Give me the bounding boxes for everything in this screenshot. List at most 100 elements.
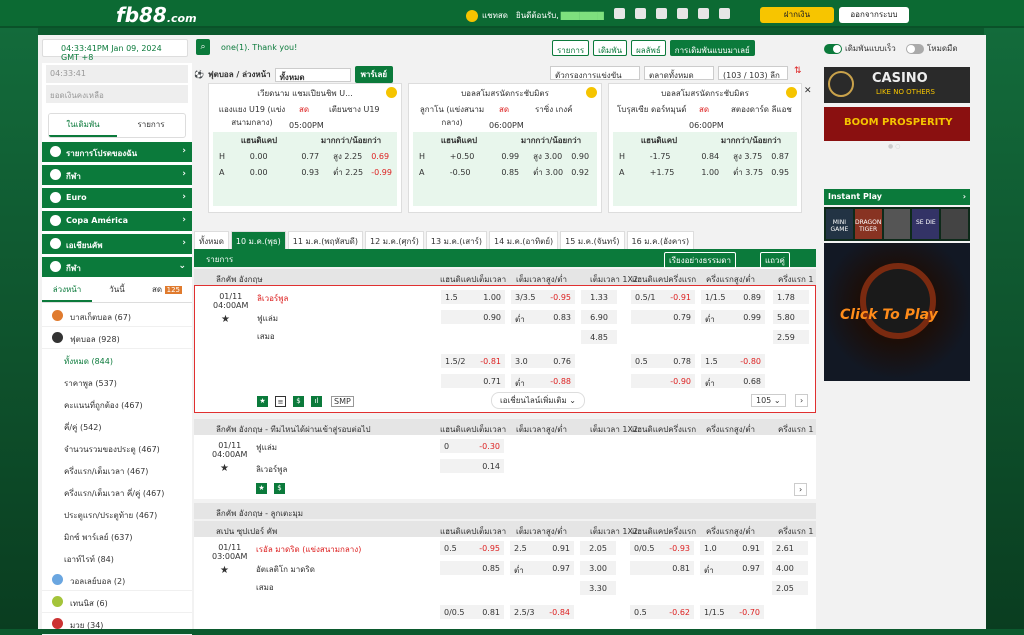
favorite-icon[interactable]: ★ [257,396,268,407]
odds-cell[interactable]: ต่ำ 0.97 [700,561,764,575]
menu-icon[interactable] [719,8,730,19]
stats-icon[interactable]: ≡ [275,396,286,407]
filter-select[interactable]: ทั้งหมด [274,67,351,82]
more-lines-button[interactable]: เอเชี่ยนไลน์เพิ่มเติม ⌄ [491,392,585,409]
odds-cell[interactable]: 2.59 [773,330,809,344]
odds-cell[interactable]: 6.90 [581,310,617,324]
market-select[interactable]: ตลาดทั้งหมด [644,66,714,80]
tab-statement[interactable]: รายการ [117,114,185,137]
odds-cell[interactable]: 1/1.5 0.89 [701,290,765,304]
odds-cell[interactable]: 3.30 [580,581,616,595]
odds-cell[interactable]: 1.5/2 -0.81 [441,354,505,368]
odds-cell[interactable]: 2.05 [580,541,616,555]
live-chat-link[interactable]: แชทสด [466,9,508,22]
sport-basketball[interactable]: บาสเก็ตบอล (67) [42,305,192,327]
game-tile[interactable]: DRAGON TIGER [854,209,882,239]
logo[interactable]: fb88.com [116,3,197,27]
football-sub-item[interactable]: ครึ่งแรก/เต็มเวลา (467) [42,459,192,481]
game-tile[interactable]: SE DIE [912,209,940,239]
search-button[interactable]: ⌕ [196,39,210,55]
football-sub-item[interactable]: คี่/คู่ (542) [42,415,192,437]
more-markets-count[interactable]: 105 ⌄ [751,394,786,407]
odds-value[interactable]: 0.77 [301,152,327,161]
odds-cell[interactable]: 0.79 [631,310,695,324]
league-header[interactable]: ลีกคัพ อังกฤษ - ลูกเตะมุม [194,503,816,519]
parlay-button[interactable]: พาร์เลย์ [354,66,394,83]
dollar-icon[interactable]: $ [293,396,304,407]
odds-cell[interactable]: ต่ำ 0.99 [701,310,765,324]
favorite-star-icon[interactable]: ★ [220,463,229,474]
league-header[interactable]: สเปน ซุปเปอร์ คัพ แฮนดิแคปเต็มเวลา เต็มเ… [194,521,816,537]
odds-cell[interactable]: 3.00 [580,561,616,575]
odds-value[interactable]: 0.99 [501,152,527,161]
tab-open-bets[interactable]: ในเดิมพัน [49,114,117,137]
wallet-icon[interactable] [614,8,625,19]
tab-early[interactable]: ล่วงหน้า [42,279,92,302]
smp-button[interactable]: SMP [331,396,354,407]
odds-cell[interactable]: 2.5 0.91 [510,541,574,555]
prosperity-banner[interactable]: BOOM PROSPERITY [824,107,970,141]
league-header[interactable]: ลีกคัพ อังกฤษ แฮนดิแคปเต็มเวลา เต็มเวลาส… [194,269,816,285]
featured-card[interactable]: เวียดนาม แชมเปียนชิพ U... แองแยง U19 (แข… [208,83,402,213]
sport-volleyball[interactable]: วอลเลย์บอล (2) [42,569,192,591]
game-tile[interactable] [941,209,968,239]
click-to-play-button[interactable]: Click To Play [840,307,938,323]
odds-cell[interactable]: -0.90 [631,374,695,388]
expand-button[interactable]: › [794,483,808,496]
football-sub-item[interactable]: จำนวนรวมของประตู (467) [42,437,192,459]
category-sports-2[interactable]: กีฬา ⌄ [42,257,192,277]
odds-cell[interactable]: 0/0.5 -0.93 [630,541,694,555]
odds-cell[interactable]: ต่ำ 0.83 [511,310,575,324]
odds-cell[interactable]: 1.33 [581,290,617,304]
football-sub-item[interactable]: ประตูแรก/ประตูท้าย (467) [42,503,192,525]
odds-value[interactable]: 0.69 [371,152,397,161]
football-sub-item[interactable]: ครึ่งแรก/เต็มเวลา คี่/คู่ (467) [42,481,192,503]
logout-button[interactable]: ออกจากระบบ [839,7,909,23]
odds-cell[interactable]: 0/0.5 0.81 [440,605,504,619]
odds-cell[interactable]: 0.5 -0.62 [630,605,694,619]
category-asian-cup[interactable]: เอเชียนคัพ › [42,234,192,254]
odds-cell[interactable]: ต่ำ 0.68 [701,374,765,388]
league-filter-select[interactable]: ตัวกรองการแข่งขัน [550,66,640,80]
odds-value[interactable]: 0.95 [771,168,797,177]
category-favorites[interactable]: รายการโปรดของฉัน › [42,142,192,162]
odds-cell[interactable]: 3.0 0.76 [511,354,575,368]
odds-cell[interactable]: 1.5 -0.80 [701,354,765,368]
football-sub-item[interactable]: มิกซ์ พาร์เลย์ (637) [42,525,192,547]
odds-cell[interactable]: 1/1.5 -0.70 [700,605,764,619]
odds-cell[interactable]: ต่ำ -0.88 [511,374,575,388]
roulette-banner[interactable]: Click To Play [824,243,970,381]
favorite-star-icon[interactable]: ★ [220,565,229,576]
odds-cell[interactable]: 1.0 0.91 [700,541,764,555]
football-sub-item[interactable]: คะแนนที่ถูกต้อง (467) [42,393,192,415]
favorite-star-icon[interactable]: ★ [221,314,230,325]
view-select[interactable]: แถวคู่ [760,252,790,269]
sport-tennis[interactable]: เทนนิส (6) [42,591,192,613]
category-euro[interactable]: Euro › [42,188,192,208]
chart-icon[interactable]: ıl [311,396,322,407]
promo-icon[interactable] [677,8,688,19]
odds-cell[interactable]: 2.05 [772,581,808,595]
bets-link[interactable]: เดิมพัน [593,40,628,56]
tab-live[interactable]: สด 125 [142,279,192,302]
account-icon[interactable] [698,8,709,19]
expand-button[interactable]: › [795,394,809,407]
game-tile[interactable]: MINI GAME [826,209,853,239]
league-header[interactable]: ลีกคัพ อังกฤษ - ทีมไหนได้ผ่านเข้าสู่รอบต… [194,419,816,435]
refresh-icon[interactable] [635,8,646,19]
odds-cell[interactable]: 0.71 [441,374,505,388]
statement-link[interactable]: รายการ [552,40,590,56]
football-sub-item[interactable]: เอาท์ไรท์ (84) [42,547,192,569]
odds-value[interactable]: 0.90 [571,152,597,161]
football-sub-item[interactable]: ทั้งหมด (844) [42,349,192,371]
odds-cell[interactable]: 1.5 1.00 [441,290,505,304]
odds-value[interactable]: 1.00 [701,168,727,177]
odds-value[interactable]: 0.87 [771,152,797,161]
quick-bet-toggle[interactable]: เดิมพันแบบเร็ว [824,42,896,55]
league-count[interactable]: (103 / 103) ลีกส์ [718,66,788,93]
odds-cell[interactable]: 1.78 [773,290,809,304]
toggle-switch[interactable] [906,43,924,54]
odds-cell[interactable]: 2.61 [772,541,808,555]
transfer-icon[interactable] [656,8,667,19]
odds-cell[interactable]: 0.85 [440,561,504,575]
